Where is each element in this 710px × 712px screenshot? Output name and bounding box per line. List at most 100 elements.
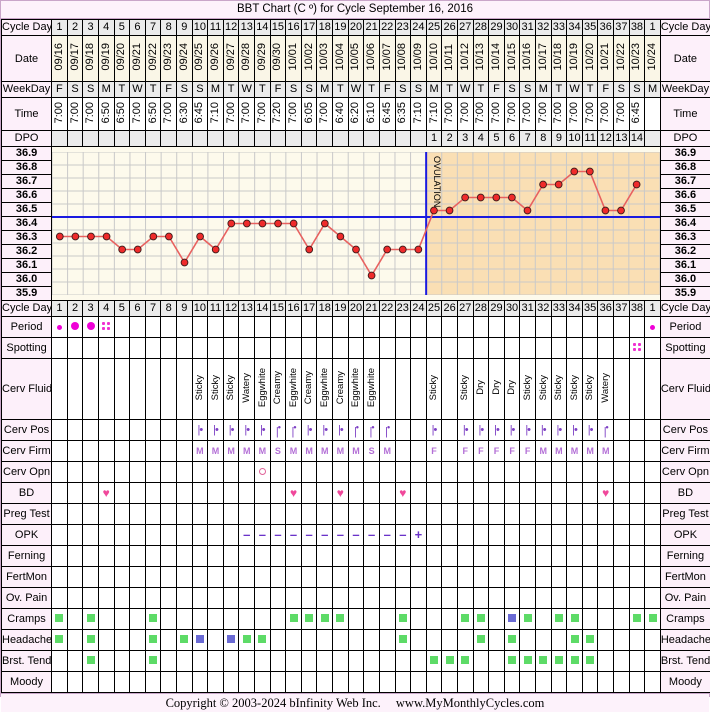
ov-pain-cell[interactable] xyxy=(83,588,99,609)
opk-cell[interactable] xyxy=(629,525,645,546)
fertmon-cell[interactable] xyxy=(551,567,567,588)
ov-pain-cell[interactable] xyxy=(145,588,161,609)
cerv-pos-cell[interactable] xyxy=(161,420,177,441)
ferning-cell[interactable] xyxy=(176,546,192,567)
opk-cell[interactable]: – xyxy=(286,525,302,546)
cramps-cell[interactable] xyxy=(114,609,130,630)
ov-pain-cell[interactable] xyxy=(270,588,286,609)
fertmon-cell[interactable] xyxy=(52,567,68,588)
bd-cell[interactable]: ♥ xyxy=(98,483,114,504)
cramps-cell[interactable] xyxy=(535,609,551,630)
cerv-pos-cell[interactable]: |• xyxy=(426,420,442,441)
cerv-fluid-cell[interactable] xyxy=(52,359,68,420)
cerv-fluid-cell[interactable]: Dry xyxy=(504,359,520,420)
bd-cell[interactable] xyxy=(364,483,380,504)
brst-tend-cell[interactable] xyxy=(145,651,161,672)
bd-cell[interactable] xyxy=(457,483,473,504)
spotting-cell[interactable] xyxy=(348,338,364,359)
cerv-firm-cell[interactable]: F xyxy=(457,441,473,462)
period-cell[interactable] xyxy=(629,317,645,338)
preg-test-cell[interactable] xyxy=(270,504,286,525)
cerv-pos-cell[interactable]: |• xyxy=(255,420,271,441)
cerv-pos-cell[interactable]: |• xyxy=(208,420,224,441)
moody-cell[interactable] xyxy=(67,672,83,693)
fertmon-cell[interactable] xyxy=(317,567,333,588)
preg-test-cell[interactable] xyxy=(411,504,427,525)
headache-cell[interactable] xyxy=(489,630,505,651)
ferning-cell[interactable] xyxy=(520,546,536,567)
moody-cell[interactable] xyxy=(395,672,411,693)
preg-test-cell[interactable] xyxy=(614,504,630,525)
cerv-opn-cell[interactable] xyxy=(67,462,83,483)
moody-cell[interactable] xyxy=(255,672,271,693)
cerv-firm-cell[interactable]: F xyxy=(489,441,505,462)
cerv-opn-cell[interactable] xyxy=(535,462,551,483)
spotting-cell[interactable] xyxy=(629,338,645,359)
brst-tend-cell[interactable] xyxy=(645,651,661,672)
preg-test-cell[interactable] xyxy=(239,504,255,525)
cerv-pos-cell[interactable] xyxy=(130,420,146,441)
ferning-cell[interactable] xyxy=(192,546,208,567)
ferning-cell[interactable] xyxy=(645,546,661,567)
fertmon-cell[interactable] xyxy=(114,567,130,588)
preg-test-cell[interactable] xyxy=(98,504,114,525)
opk-cell[interactable]: – xyxy=(333,525,349,546)
ferning-cell[interactable] xyxy=(582,546,598,567)
ov-pain-cell[interactable] xyxy=(582,588,598,609)
spotting-cell[interactable] xyxy=(333,338,349,359)
period-cell[interactable] xyxy=(286,317,302,338)
headache-cell[interactable] xyxy=(176,630,192,651)
preg-test-cell[interactable] xyxy=(114,504,130,525)
spotting-cell[interactable] xyxy=(442,338,458,359)
cerv-firm-cell[interactable] xyxy=(67,441,83,462)
bd-cell[interactable] xyxy=(629,483,645,504)
brst-tend-cell[interactable] xyxy=(161,651,177,672)
ov-pain-cell[interactable] xyxy=(114,588,130,609)
cerv-opn-cell[interactable] xyxy=(364,462,380,483)
cerv-opn-cell[interactable] xyxy=(286,462,302,483)
cerv-pos-cell[interactable]: |• xyxy=(223,420,239,441)
ov-pain-cell[interactable] xyxy=(301,588,317,609)
cerv-pos-cell[interactable] xyxy=(145,420,161,441)
cerv-pos-cell[interactable]: |• xyxy=(333,420,349,441)
bd-cell[interactable]: ♥ xyxy=(333,483,349,504)
headache-cell[interactable] xyxy=(364,630,380,651)
preg-test-cell[interactable] xyxy=(67,504,83,525)
spotting-cell[interactable] xyxy=(489,338,505,359)
fertmon-cell[interactable] xyxy=(411,567,427,588)
cramps-cell[interactable] xyxy=(333,609,349,630)
headache-cell[interactable] xyxy=(504,630,520,651)
moody-cell[interactable] xyxy=(98,672,114,693)
brst-tend-cell[interactable] xyxy=(395,651,411,672)
opk-cell[interactable]: + xyxy=(411,525,427,546)
cerv-opn-cell[interactable] xyxy=(520,462,536,483)
fertmon-cell[interactable] xyxy=(457,567,473,588)
moody-cell[interactable] xyxy=(364,672,380,693)
cerv-opn-cell[interactable] xyxy=(442,462,458,483)
fertmon-cell[interactable] xyxy=(473,567,489,588)
cerv-firm-cell[interactable]: M xyxy=(567,441,583,462)
headache-cell[interactable] xyxy=(333,630,349,651)
cerv-opn-cell[interactable] xyxy=(426,462,442,483)
ferning-cell[interactable] xyxy=(364,546,380,567)
ferning-cell[interactable] xyxy=(114,546,130,567)
period-cell[interactable] xyxy=(348,317,364,338)
period-cell[interactable] xyxy=(301,317,317,338)
period-cell[interactable] xyxy=(457,317,473,338)
preg-test-cell[interactable] xyxy=(192,504,208,525)
cerv-pos-cell[interactable] xyxy=(411,420,427,441)
brst-tend-cell[interactable] xyxy=(176,651,192,672)
fertmon-cell[interactable] xyxy=(270,567,286,588)
spotting-cell[interactable] xyxy=(98,338,114,359)
cerv-firm-cell[interactable] xyxy=(130,441,146,462)
brst-tend-cell[interactable] xyxy=(255,651,271,672)
ferning-cell[interactable] xyxy=(286,546,302,567)
fertmon-cell[interactable] xyxy=(145,567,161,588)
cerv-firm-cell[interactable]: M xyxy=(598,441,614,462)
opk-cell[interactable] xyxy=(208,525,224,546)
cerv-firm-cell[interactable]: F xyxy=(504,441,520,462)
cerv-pos-cell[interactable] xyxy=(442,420,458,441)
opk-cell[interactable] xyxy=(504,525,520,546)
spotting-cell[interactable] xyxy=(176,338,192,359)
cerv-pos-cell[interactable]: |• xyxy=(270,420,286,441)
